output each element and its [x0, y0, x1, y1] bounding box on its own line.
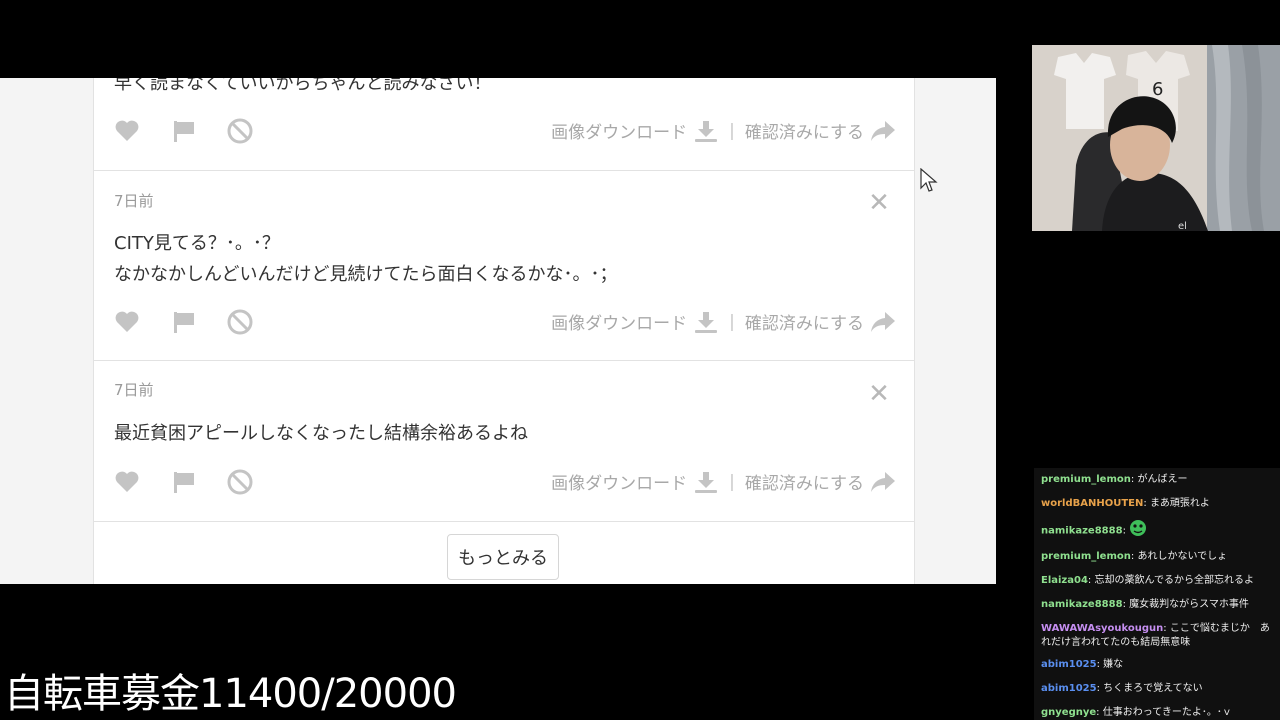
heart-icon[interactable] [112, 467, 142, 497]
chat-username: Elaiza04 [1041, 575, 1088, 586]
message-card: 7日前 ✕ 最近貧困アピールしなくなったし結構余裕あるよね 画像ダウンロード |… [94, 361, 914, 522]
flag-icon[interactable] [169, 116, 199, 146]
image-download-link[interactable]: 画像ダウンロード [551, 118, 719, 143]
svg-text:6: 6 [1152, 79, 1163, 100]
card-links: 画像ダウンロード | 確認済みにする [551, 309, 896, 334]
mark-done-link[interactable]: 確認済みにする [745, 118, 896, 143]
share-arrow-icon [871, 120, 895, 141]
card-actions: 画像ダウンロード | 確認済みにする [94, 464, 914, 500]
image-download-label: 画像ダウンロード [551, 474, 688, 494]
chat-username: premium_lemon [1041, 551, 1131, 562]
load-more-button[interactable]: もっとみる [447, 534, 559, 580]
chat-message: premium_lemon: あれしかないでしょ [1041, 551, 1228, 562]
image-download-label: 画像ダウンロード [551, 123, 688, 143]
mouse-cursor-icon [920, 168, 938, 192]
image-download-link[interactable]: 画像ダウンロード [551, 309, 719, 334]
chat-username: premium_lemon [1041, 474, 1131, 485]
svg-text:el: el [1178, 221, 1187, 231]
timestamp: 7日前 [114, 192, 154, 210]
share-arrow-icon [871, 471, 895, 492]
download-icon [695, 471, 718, 493]
chat-text: ちくまろで覚えてない [1103, 683, 1203, 694]
chat-message: namikaze8888: [1034, 517, 1280, 544]
message-card: 早く読まなくていいからちゃんと読みなさい！ 画像ダウンロード | 確認済みにする [94, 78, 914, 171]
share-arrow-icon [871, 311, 895, 332]
donation-counter: 自転車募金11400/20000 [4, 671, 457, 717]
chat-text: あれしかないでしょ [1137, 551, 1228, 562]
close-icon[interactable]: ✕ [866, 381, 892, 407]
chat-username: gnyegnye [1041, 707, 1097, 718]
image-download-label: 画像ダウンロード [551, 314, 688, 334]
chat-message: abim1025: 嫌な [1041, 659, 1124, 670]
mark-done-label: 確認済みにする [744, 123, 864, 143]
image-download-link[interactable]: 画像ダウンロード [551, 469, 719, 494]
download-icon [695, 120, 718, 142]
chat-text: 嫌な [1103, 659, 1124, 670]
message-card: 7日前 ✕ CITY見てる？･。･？ なかなかしんどいんだけど見続けてたら面白く… [94, 170, 914, 361]
chat-username: namikaze8888 [1041, 525, 1123, 537]
chat-message: Elaiza04: 忘却の薬飲んでるから全部忘れるよ [1041, 575, 1254, 586]
chat-message: WAWAWAsyoukougun: ここで悩むまじか あれだけ言われてたのも結局… [1041, 623, 1270, 648]
chat-panel: premium_lemon: がんばえー worldBANHOUTEN: まあ頑… [1034, 468, 1280, 720]
chat-message: premium_lemon: がんばえー [1041, 474, 1188, 485]
link-separator: | [729, 120, 735, 141]
webcam-feed: 6 el [1032, 45, 1280, 231]
chat-message: worldBANHOUTEN: まあ頑張れよ [1041, 498, 1210, 509]
mark-done-label: 確認済みにする [744, 474, 864, 494]
chat-username: abim1025 [1041, 659, 1097, 670]
mark-done-link[interactable]: 確認済みにする [745, 309, 896, 334]
chat-username: worldBANHOUTEN [1041, 498, 1144, 509]
link-separator: | [729, 311, 735, 332]
green-face-emote [1129, 519, 1147, 542]
chat-message: gnyegnye: 仕事おわってきーたよ･。･ｖ [1041, 707, 1232, 718]
message-line: CITY見てる？･。･？ [114, 233, 280, 254]
chat-message: namikaze8888: 魔女裁判ながらスマホ事件 [1041, 599, 1249, 610]
card-links: 画像ダウンロード | 確認済みにする [551, 118, 896, 143]
card-actions: 画像ダウンロード | 確認済みにする [94, 113, 914, 149]
chat-text: まあ頑張れよ [1149, 498, 1210, 509]
card-actions: 画像ダウンロード | 確認済みにする [94, 304, 914, 340]
heart-icon[interactable] [112, 116, 142, 146]
message-text: 早く読まなくていいからちゃんと読みなさい！ [114, 78, 492, 94]
chat-username: abim1025 [1041, 683, 1097, 694]
mark-done-label: 確認済みにする [744, 314, 864, 334]
chat-text: がんばえー [1137, 474, 1188, 485]
flag-icon[interactable] [169, 307, 199, 337]
message-line: なかなかしんどいんだけど見続けてたら面白くなるかな･。･； [114, 264, 618, 285]
chat-username: WAWAWAsyoukougun [1041, 623, 1164, 634]
chat-username: namikaze8888 [1041, 599, 1123, 610]
chat-text: 仕事おわってきーたよ･。･ｖ [1102, 707, 1232, 718]
message-feed: 早く読まなくていいからちゃんと読みなさい！ 画像ダウンロード | 確認済みにする… [93, 78, 915, 584]
chat-text: 忘却の薬飲んでるから全部忘れるよ [1094, 575, 1254, 586]
block-icon[interactable] [225, 307, 255, 337]
card-links: 画像ダウンロード | 確認済みにする [551, 469, 896, 494]
message-text: 最近貧困アピールしなくなったし結構余裕あるよね [114, 423, 528, 444]
download-icon [695, 311, 718, 333]
mark-done-link[interactable]: 確認済みにする [745, 469, 896, 494]
browser-page: 早く読まなくていいからちゃんと読みなさい！ 画像ダウンロード | 確認済みにする… [0, 78, 996, 584]
chat-text: 魔女裁判ながらスマホ事件 [1129, 599, 1249, 610]
chat-message: abim1025: ちくまろで覚えてない [1041, 683, 1203, 694]
message-text: CITY見てる？･。･？ なかなかしんどいんだけど見続けてたら面白くなるかな･。… [114, 228, 617, 290]
block-icon[interactable] [225, 467, 255, 497]
flag-icon[interactable] [169, 467, 199, 497]
timestamp: 7日前 [114, 381, 154, 399]
heart-icon[interactable] [112, 307, 142, 337]
block-icon[interactable] [225, 116, 255, 146]
close-icon[interactable]: ✕ [866, 190, 892, 216]
link-separator: | [729, 471, 735, 492]
